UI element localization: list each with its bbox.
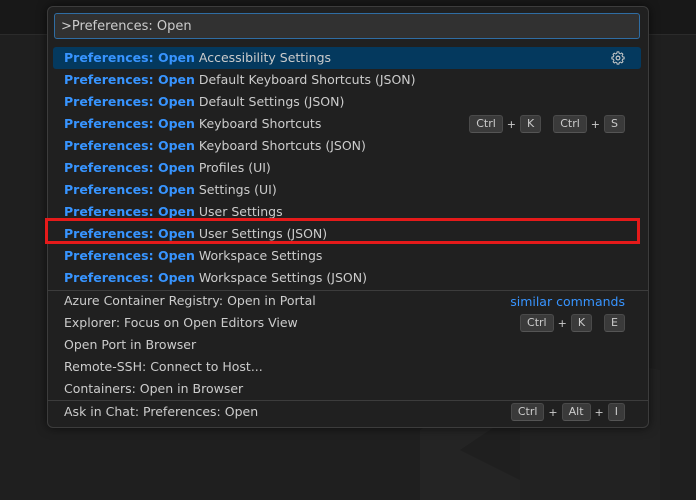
keybinding: Ctrl + K Ctrl + S [469,113,625,135]
match-highlight: Preferences: Open [64,50,195,65]
command-item-label: Containers: Open in Browser [64,381,244,396]
command-item-ask-in-chat[interactable]: Ask in Chat: Preferences: Open Ctrl + Alt +… [53,401,641,423]
command-item-containers-open-in-browser[interactable]: Containers: Open in Browser [53,378,641,400]
command-item-suffix: Workspace Settings [194,248,323,263]
match-highlight: Preferences: Open [64,94,195,109]
command-item-open-port-in-browser[interactable]: Open Port in Browser [53,334,641,356]
command-item-label: Azure Container Registry: Open in Portal [64,293,316,308]
command-item-preferences-open-profiles-ui[interactable]: Preferences: Open Profiles (UI) [53,157,641,179]
match-highlight: Preferences: Open [64,160,195,175]
command-item-suffix: User Settings [194,204,283,219]
command-item-preferences-open-default-keyboard-shortcuts-json[interactable]: Preferences: Open Default Keyboard Short… [53,69,641,91]
keycap: E [604,314,625,332]
keycap: Ctrl [510,403,545,421]
match-highlight: Preferences: Open [64,116,195,131]
command-item-preferences-open-settings-ui[interactable]: Preferences: Open Settings (UI) [53,179,641,201]
command-item-preferences-open-workspace-settings[interactable]: Preferences: Open Workspace Settings [53,245,641,267]
keybinding-plus: + [548,405,558,419]
command-item-suffix: Accessibility Settings [194,50,332,65]
command-item-label: Explorer: Focus on Open Editors View [64,315,298,330]
command-item-preferences-open-keyboard-shortcuts-json[interactable]: Preferences: Open Keyboard Shortcuts (JS… [53,135,641,157]
keybinding-plus: + [557,316,567,330]
match-highlight: Preferences: Open [64,182,195,197]
keycap: K [520,115,542,133]
command-item-explorer-focus-on-open-editors-view[interactable]: Explorer: Focus on Open Editors View Ctr… [53,312,641,334]
command-item-azure-container-registry-open-in-portal[interactable]: Azure Container Registry: Open in Portal… [53,290,641,312]
command-item-suffix: Keyboard Shortcuts (JSON) [194,138,366,153]
command-item-label: Open Port in Browser [64,337,197,352]
command-item-preferences-open-keyboard-shortcuts[interactable]: Preferences: Open Keyboard Shortcuts Ctr… [53,113,641,135]
command-item-suffix: Profiles (UI) [194,160,271,175]
match-highlight: Preferences: Open [64,270,195,285]
command-input-box [54,13,640,39]
match-highlight: Preferences: Open [64,72,195,87]
keycap: Ctrl [469,115,503,133]
keybinding-plus: + [506,117,516,131]
match-highlight: Preferences: Open [64,138,195,153]
command-item-label: Preferences: Open Keyboard Shortcuts (JS… [64,135,366,157]
command-item-label: Preferences: Open Default Keyboard Short… [64,69,416,91]
configure-keybinding-gear-icon[interactable] [611,47,625,69]
keybinding-plus: + [594,405,604,419]
command-item-preferences-open-default-settings-json[interactable]: Preferences: Open Default Settings (JSON… [53,91,641,113]
command-item-label: Preferences: Open Workspace Settings [64,245,322,267]
command-item-preferences-open-workspace-settings-json[interactable]: Preferences: Open Workspace Settings (JS… [53,267,641,289]
command-item-remote-ssh-connect-to-host[interactable]: Remote-SSH: Connect to Host... [53,356,641,378]
highlight-box [45,218,640,244]
command-palette: Preferences: Open Accessibility Settings… [47,6,649,428]
keybinding: Ctrl + Alt + I [510,401,625,423]
similar-commands-group: similar commands [510,290,625,312]
keycap: Ctrl [520,314,554,332]
keycap: Alt [561,403,591,421]
command-item-suffix: Workspace Settings (JSON) [194,270,367,285]
keybinding: Ctrl + K E [520,312,625,334]
match-highlight: Preferences: Open [64,248,195,263]
command-item-label: Preferences: Open Keyboard Shortcuts [64,113,321,135]
command-item-suffix: Keyboard Shortcuts [194,116,322,131]
command-item-label: Preferences: Open Workspace Settings (JS… [64,267,367,289]
command-item-label: Preferences: Open Settings (UI) [64,179,277,201]
command-item-suffix: Settings (UI) [194,182,277,197]
keycap: I [607,403,625,421]
command-item-preferences-open-accessibility-settings[interactable]: Preferences: Open Accessibility Settings [53,47,641,69]
command-item-label: Preferences: Open Default Settings (JSON… [64,91,344,113]
keycap: K [570,314,593,332]
match-highlight: Preferences: Open [64,204,195,219]
keybinding-plus: + [590,117,601,131]
command-item-label: Remote-SSH: Connect to Host... [64,359,263,374]
command-item-suffix: Default Keyboard Shortcuts (JSON) [194,72,416,87]
keycap: S [604,115,625,133]
command-item-label: Preferences: Open Accessibility Settings [64,47,331,69]
command-input[interactable] [61,14,631,38]
command-item-label: Ask in Chat: Preferences: Open [64,404,259,419]
similar-commands-link[interactable]: similar commands [510,294,625,309]
command-item-label: Preferences: Open Profiles (UI) [64,157,271,179]
keycap: Ctrl [553,115,587,133]
command-item-suffix: Default Settings (JSON) [194,94,345,109]
